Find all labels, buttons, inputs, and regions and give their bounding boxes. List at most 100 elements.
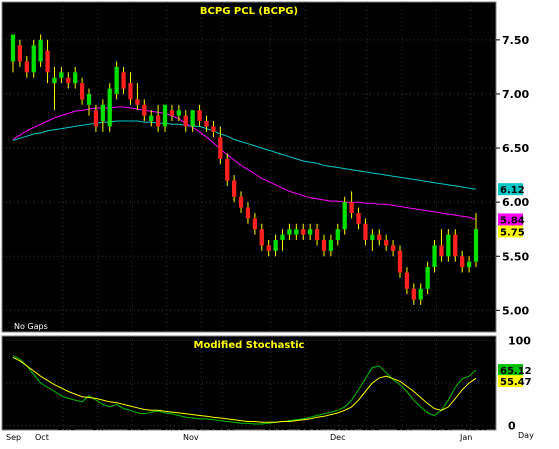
date-tick-label: 10/15: [126, 423, 149, 432]
candle-up: [328, 240, 334, 251]
date-tick-label: 12/23: [465, 423, 488, 432]
date-tick-label: 11/1: [216, 423, 234, 432]
candle-down: [121, 72, 126, 89]
price-tick-label: 7.50: [502, 34, 529, 47]
candle-up: [273, 240, 278, 251]
candle-down: [460, 256, 465, 268]
candle-up: [38, 39, 43, 62]
stochastic-tick-label: 100: [508, 334, 531, 347]
date-tick-label: 10/7: [92, 423, 110, 432]
last-value-text: 55.47: [500, 377, 532, 388]
candle-down: [135, 99, 140, 105]
price-tick-label: 7.00: [502, 88, 529, 101]
candle-down: [24, 61, 29, 73]
month-label: Oct: [35, 433, 49, 442]
candle-down: [356, 212, 361, 224]
candle-down: [17, 45, 23, 62]
candle-up: [73, 72, 78, 84]
candle-down: [66, 77, 71, 84]
candle-down: [377, 234, 382, 241]
price-chart: 5.005.506.006.507.007.5005010010/110/710…: [0, 0, 559, 445]
candle-up: [466, 261, 472, 268]
candle-down: [238, 196, 244, 208]
tag-pointer: →: [487, 185, 494, 194]
candle-down: [204, 121, 209, 127]
candle-down: [404, 272, 410, 289]
candle-up: [10, 34, 16, 62]
candle-up: [342, 202, 347, 230]
candle-down: [321, 240, 327, 251]
price-tick-label: 6.00: [502, 196, 529, 209]
candle-down: [169, 110, 175, 116]
date-tick-label: 11/11: [265, 423, 288, 432]
gap-note: No Gaps: [14, 322, 48, 331]
chart-window: 5.005.506.006.507.007.5005010010/110/710…: [0, 0, 559, 445]
candle-up: [162, 104, 168, 127]
last-value-text: 5.75: [500, 227, 525, 238]
candle-down: [390, 245, 396, 251]
candle-up: [86, 93, 92, 105]
month-label: Jan: [459, 433, 472, 442]
candle-down: [93, 110, 99, 127]
month-label: Dec: [330, 433, 345, 442]
candle-up: [335, 229, 340, 241]
tag-pointer: →: [487, 366, 494, 375]
candle-down: [197, 110, 202, 122]
candle-down: [439, 245, 444, 257]
candle-down: [211, 126, 216, 132]
date-tick-label: 11/25: [334, 423, 357, 432]
candle-up: [473, 229, 479, 262]
candle-down: [218, 137, 223, 159]
date-tick-label: 10/1: [57, 423, 75, 432]
candle-down: [128, 83, 133, 100]
last-value-text: 6.12: [500, 185, 525, 196]
candle-up: [370, 234, 375, 241]
price-tick-label: 6.50: [502, 142, 529, 155]
candle-up: [149, 115, 154, 122]
candle-down: [79, 83, 85, 100]
candle-up: [31, 45, 36, 73]
candle-down: [245, 207, 251, 219]
candle-down: [231, 180, 237, 197]
date-tick-label: 11/18: [299, 423, 322, 432]
candle-up: [418, 288, 423, 300]
candle-down: [349, 202, 354, 213]
date-tick-label: 12/2: [361, 423, 379, 432]
date-tick-label: 12/9: [396, 423, 414, 432]
stochastic-title: Modified Stochastic: [194, 340, 305, 351]
tag-pointer: →: [487, 215, 494, 224]
candle-down: [155, 115, 161, 127]
candle-down: [301, 229, 306, 235]
candle-down: [225, 158, 230, 181]
month-label: Nov: [183, 433, 199, 442]
candle-up: [176, 110, 181, 116]
candle-up: [308, 229, 313, 235]
candle-up: [432, 245, 437, 268]
date-tick-label: 12/16: [430, 423, 453, 432]
month-label: Sep: [6, 433, 21, 442]
candle-down: [314, 229, 320, 241]
candle-up: [446, 234, 451, 257]
stochastic-tick-label: 0: [508, 420, 516, 433]
price-tick-label: 5.50: [502, 250, 529, 263]
candle-up: [59, 72, 64, 78]
candle-up: [52, 77, 57, 84]
candle-down: [363, 223, 368, 241]
chart-title: BCPG PCL (BCPG): [200, 6, 298, 17]
candle-up: [294, 229, 299, 235]
candle-up: [287, 229, 292, 235]
candle-up: [280, 234, 285, 241]
period-label: Day: [518, 431, 534, 440]
date-tick-label: 10/21: [161, 423, 184, 432]
tag-pointer: →: [487, 227, 494, 236]
candle-up: [190, 110, 195, 127]
candle-down: [411, 288, 416, 300]
tag-pointer: →: [487, 377, 494, 386]
candle-up: [425, 267, 430, 289]
candle-down: [142, 104, 147, 116]
candle-down: [183, 115, 188, 127]
date-tick-label: 10/28: [195, 423, 218, 432]
candle-down: [45, 50, 50, 73]
price-tick-label: 5.00: [502, 304, 529, 317]
candle-down: [384, 240, 389, 246]
